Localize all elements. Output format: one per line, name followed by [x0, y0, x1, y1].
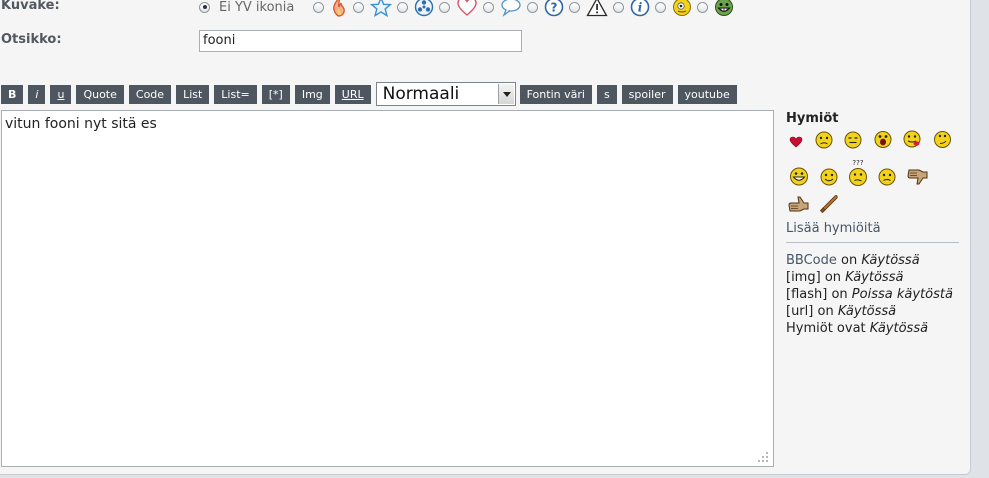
- font-size-value: Normaali: [382, 84, 460, 104]
- baseball-bat-icon[interactable]: [819, 194, 839, 214]
- flame-icon: [333, 0, 346, 17]
- bbcode-status-line: BBCode on Käytössä: [786, 252, 953, 269]
- status-value: Käytössä: [837, 304, 897, 319]
- radio[interactable]: [697, 1, 709, 13]
- list-button[interactable]: List: [176, 84, 210, 104]
- icon-option-heart[interactable]: [439, 0, 478, 17]
- icon-option-star[interactable]: [353, 0, 393, 17]
- confused-smiley-icon[interactable]: ???: [848, 158, 868, 187]
- more-smilies-link[interactable]: Lisää hymiöitä: [786, 221, 881, 236]
- icon-option-question[interactable]: ?: [527, 0, 564, 17]
- bbcode-toolbar: B i u Quote Code List List= [*] Img URL …: [1, 82, 742, 106]
- lemon-face-icon: [673, 0, 692, 16]
- ordered-list-button[interactable]: List=: [214, 84, 257, 104]
- bbcode-status: BBCode on Käytössä [img] on Käytössä [fl…: [786, 252, 953, 337]
- radio[interactable]: [397, 1, 409, 13]
- radio[interactable]: [527, 1, 539, 13]
- status-label: [url]: [786, 304, 814, 319]
- warning-icon: [586, 0, 608, 17]
- svg-text:?: ?: [551, 1, 558, 15]
- status-on-text: on: [817, 304, 834, 319]
- icon-option-radiation[interactable]: [397, 0, 434, 17]
- smilies-status-line: Hymiöt ovat Käytössä: [786, 320, 953, 337]
- italic-button[interactable]: i: [28, 84, 46, 104]
- img-button[interactable]: Img: [294, 84, 330, 104]
- radio[interactable]: [483, 1, 495, 13]
- info-icon: i: [631, 0, 650, 17]
- speech-bubble-icon: [501, 0, 522, 17]
- smilies-title: Hymiöt: [786, 111, 839, 126]
- chevron-down-icon[interactable]: [497, 84, 514, 104]
- status-on-text: on: [841, 253, 858, 268]
- sad-smiley-icon[interactable]: [815, 131, 833, 149]
- bbcode-help-link[interactable]: BBCode: [786, 253, 837, 268]
- thumbs-up-icon[interactable]: [788, 195, 810, 214]
- icon-option-info[interactable]: i: [613, 0, 650, 17]
- icon-option-warning[interactable]: [569, 0, 608, 17]
- radio[interactable]: [613, 1, 625, 13]
- heart-icon: [457, 0, 478, 16]
- meh-smiley-icon[interactable]: [844, 131, 862, 149]
- status-value: Käytössä: [861, 253, 920, 268]
- bold-button[interactable]: B: [1, 84, 24, 104]
- icon-option-none[interactable]: Ei YV ikonia: [199, 0, 308, 15]
- spoiler-button[interactable]: spoiler: [621, 84, 673, 104]
- grin-face-icon: [715, 0, 734, 16]
- icon-option-lemon[interactable]: [655, 0, 692, 17]
- font-size-select[interactable]: Normaali: [375, 82, 516, 106]
- radiation-icon: [415, 0, 434, 17]
- message-textarea[interactable]: vitun fooni nyt sitä es: [1, 110, 774, 467]
- list-item-button[interactable]: [*]: [261, 84, 290, 104]
- status-value: Käytössä: [845, 270, 904, 285]
- url-status-line: [url] on Käytössä: [786, 303, 953, 320]
- grin-smiley-icon[interactable]: [789, 167, 809, 186]
- quote-button[interactable]: Quote: [76, 84, 124, 104]
- url-button[interactable]: URL: [334, 84, 371, 104]
- radio[interactable]: [313, 1, 325, 13]
- status-on-text: on: [824, 270, 842, 285]
- radio[interactable]: [569, 1, 581, 13]
- flash-status-line: [flash] on Poissa käytöstä: [786, 286, 953, 303]
- frown-smiley-icon[interactable]: [878, 168, 896, 186]
- status-value: Poissa käytöstä: [851, 287, 953, 302]
- no-icon-text: Ei YV ikonia: [219, 0, 295, 15]
- smilies-sidebar: Hymiöt: [786, 111, 961, 126]
- tongue-smiley-icon[interactable]: [903, 130, 922, 149]
- post-icon-selector: Ei YV ikonia ? i: [199, 0, 739, 18]
- status-label: Hymiöt ovat: [786, 321, 866, 336]
- radio[interactable]: [439, 1, 451, 13]
- icon-option-speech[interactable]: [483, 0, 522, 17]
- status-on-text: on: [831, 287, 848, 302]
- thumbs-down-icon[interactable]: [907, 168, 929, 186]
- svg-text:???: ???: [852, 159, 863, 167]
- youtube-button[interactable]: youtube: [677, 84, 737, 104]
- smile-smiley-icon[interactable]: [820, 168, 838, 186]
- rolleyes-smiley-icon[interactable]: [933, 130, 952, 149]
- icon-option-grin[interactable]: [697, 0, 734, 17]
- title-label: Otsikko:: [1, 32, 62, 47]
- radio[interactable]: [655, 1, 667, 13]
- icon-label: Kuvake:: [1, 0, 60, 13]
- radio[interactable]: [353, 1, 365, 13]
- heart-smiley-icon[interactable]: [789, 136, 803, 148]
- radio-selected[interactable]: [199, 1, 210, 13]
- strike-button[interactable]: s: [596, 84, 617, 104]
- status-value: Käytössä: [869, 321, 929, 336]
- star-icon: [370, 0, 393, 17]
- underline-button[interactable]: u: [50, 84, 72, 104]
- question-icon: ?: [545, 0, 564, 17]
- sidebar-divider: [786, 242, 959, 243]
- icon-option-flame[interactable]: [313, 0, 348, 17]
- title-input[interactable]: fooni: [199, 30, 522, 52]
- status-label: [flash]: [786, 287, 828, 302]
- resize-grip-icon[interactable]: [757, 451, 769, 463]
- svg-text:i: i: [638, 1, 643, 15]
- status-label: [img]: [786, 270, 821, 285]
- img-status-line: [img] on Käytössä: [786, 269, 953, 286]
- font-color-button[interactable]: Fontin väri: [519, 84, 592, 104]
- shocked-smiley-icon[interactable]: [874, 130, 892, 149]
- code-button[interactable]: Code: [128, 84, 172, 104]
